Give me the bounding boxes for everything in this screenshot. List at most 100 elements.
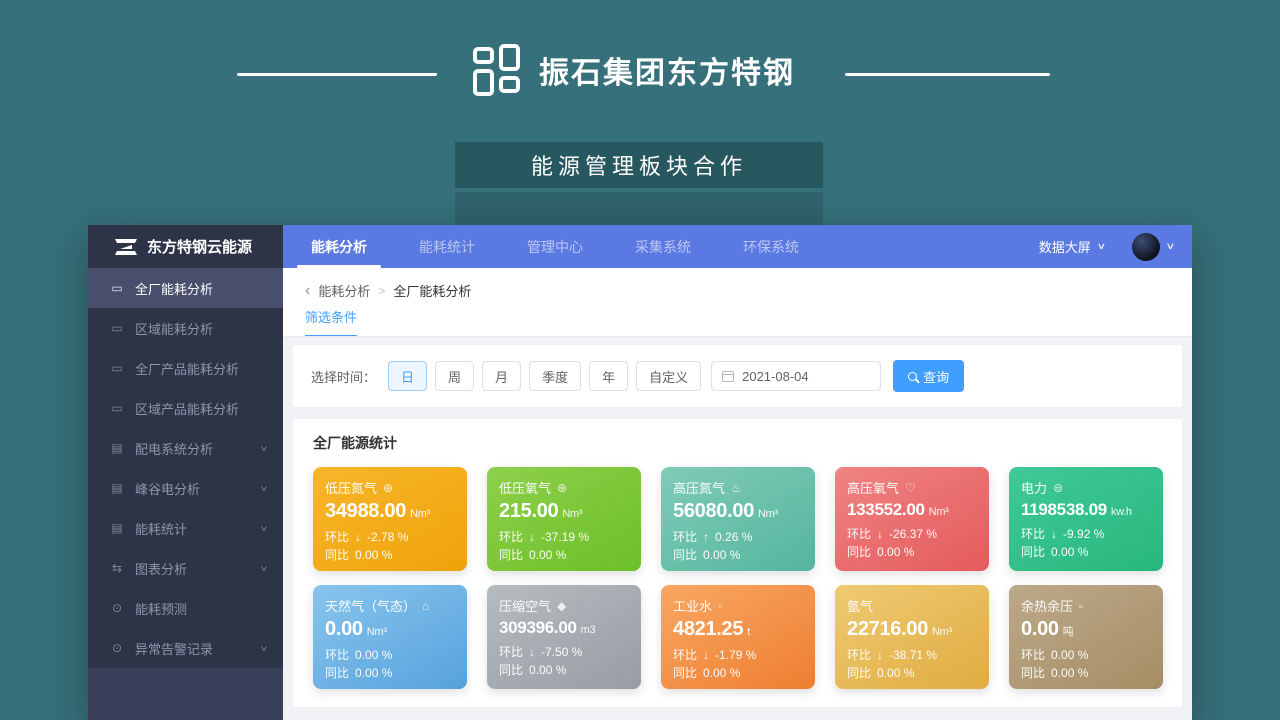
energy-card: 低压氮气 ⊕ 34988.00Nm³ 环比 ↓ -2.78 % (313, 467, 467, 571)
energy-card-title: 氩气 (847, 596, 977, 615)
ring-ratio-label: 环比 (325, 646, 349, 664)
nav-tab[interactable]: 管理中心 (521, 225, 589, 268)
sidebar-item[interactable]: ⊙ 异常告警记录 ∨ (88, 628, 283, 668)
energy-type-icon: ⊕ (383, 481, 393, 495)
yoy-row: 同比 0.00 % (847, 664, 977, 682)
sidebar-item-label: 能耗统计 (135, 519, 187, 538)
main-column: 能耗分析 能耗统计 管理中心 采集系统 (283, 225, 1192, 720)
filter-panel: 选择时间： 日 周 月 (293, 345, 1182, 407)
sidebar-item[interactable]: ⇆ 图表分析 ∨ (88, 548, 283, 588)
ring-ratio-row: 环比 ↓ -1.79 % (673, 646, 803, 664)
back-arrow-icon[interactable]: ‹ (305, 284, 310, 297)
ring-ratio-value: -38.71 % (889, 646, 937, 664)
energy-unit: Nm³ (410, 508, 430, 520)
ring-ratio-row: 环比 ↓ -38.71 % (847, 646, 977, 664)
period-button[interactable]: 日 (388, 361, 427, 391)
energy-name: 氩气 (847, 596, 873, 615)
nav-tab-label: 环保系统 (743, 237, 799, 257)
ring-ratio-row: 环比 ↓ -37.19 % (499, 528, 629, 546)
sidebar-item-icon: ⊙ (110, 641, 124, 655)
period-button[interactable]: 自定义 (636, 361, 701, 391)
energy-unit: Nm³ (562, 508, 582, 520)
time-select-label: 选择时间： (311, 367, 376, 386)
energy-unit: t (747, 626, 750, 638)
energy-unit: m3 (581, 624, 596, 636)
period-button-label: 季度 (542, 370, 568, 385)
energy-card-title: 低压氧气 ⊛ (499, 478, 629, 497)
period-button[interactable]: 月 (482, 361, 521, 391)
sidebar-item[interactable]: ▭ 全厂产品能耗分析 (88, 348, 283, 388)
sidebar-item-label: 全厂能耗分析 (135, 279, 213, 298)
data-screen-link[interactable]: 数据大屏 (1039, 237, 1091, 256)
ring-ratio-label: 环比 (325, 528, 349, 546)
energy-value: 309396.00m3 (499, 618, 629, 638)
nav-tab[interactable]: 能耗分析 (305, 225, 373, 268)
ring-ratio-label: 环比 (673, 646, 697, 664)
sidebar-item[interactable]: ▤ 配电系统分析 ∨ (88, 428, 283, 468)
nav-tab[interactable]: 环保系统 (737, 225, 805, 268)
yoy-label: 同比 (847, 664, 871, 682)
query-button[interactable]: 查询 (893, 360, 964, 392)
period-button[interactable]: 周 (435, 361, 474, 391)
sidebar-item[interactable]: ▤ 能耗统计 ∨ (88, 508, 283, 548)
sidebar-item[interactable]: ▭ 全厂能耗分析 (88, 268, 283, 308)
period-button[interactable]: 年 (589, 361, 628, 391)
chevron-down-icon: ∨ (260, 444, 269, 453)
energy-unit: Nm³ (758, 508, 778, 520)
period-button[interactable]: 季度 (529, 361, 581, 391)
chevron-down-icon: ∨ (260, 484, 269, 493)
period-button-label: 日 (401, 370, 414, 385)
subtitle-ghost-box (455, 192, 823, 225)
stats-section-title: 全厂能源统计 (313, 433, 1172, 453)
yoy-label: 同比 (1021, 664, 1045, 682)
sidebar-item-label: 区域能耗分析 (135, 319, 213, 338)
sidebar-item[interactable]: ▤ 峰谷电分析 ∨ (88, 468, 283, 508)
yoy-value: 0.00 % (877, 664, 914, 682)
navbar-right: 数据大屏 ∨ ∨ (1039, 233, 1192, 261)
energy-value-number: 0.00 (325, 618, 363, 640)
sidebar-item[interactable]: ▭ 区域能耗分析 (88, 308, 283, 348)
ring-ratio-row: 环比 0.00 % (325, 646, 455, 664)
energy-value: 56080.00Nm³ (673, 500, 803, 523)
trend-arrow-icon: ↓ (1051, 525, 1057, 543)
decorative-rule-right (845, 73, 1050, 76)
yoy-row: 同比 0.00 % (325, 664, 455, 682)
yoy-value: 0.00 % (529, 546, 566, 564)
ring-ratio-label: 环比 (847, 525, 871, 543)
sidebar-item-label: 全厂产品能耗分析 (135, 359, 239, 378)
sidebar-item-label: 配电系统分析 (135, 439, 213, 458)
yoy-label: 同比 (673, 546, 697, 564)
chevron-down-icon[interactable]: ∨ (1096, 241, 1106, 252)
user-avatar[interactable] (1132, 233, 1160, 261)
nav-tab[interactable]: 采集系统 (629, 225, 697, 268)
breadcrumb-item[interactable]: 能耗分析 (318, 281, 370, 300)
ring-ratio-row: 环比 ↓ -7.50 % (499, 643, 629, 661)
query-button-label: 查询 (923, 367, 949, 386)
energy-card-title: 高压氮气 ♨ (673, 478, 803, 497)
tab-filter-conditions[interactable]: 筛选条件 (305, 307, 357, 337)
energy-value: 0.00Nm³ (325, 618, 455, 641)
energy-name: 压缩空气 (499, 596, 551, 615)
sidebar-item[interactable]: ⊙ 能耗预测 (88, 588, 283, 628)
energy-unit: Nm³ (932, 626, 952, 638)
subtitle-text: 能源管理板块合作 (531, 149, 747, 181)
ring-ratio-row: 环比 ↓ -9.92 % (1021, 525, 1151, 543)
energy-cards-grid: 低压氮气 ⊕ 34988.00Nm³ 环比 ↓ -2.78 % (303, 467, 1172, 689)
yoy-label: 同比 (325, 546, 349, 564)
chevron-down-icon: ∨ (260, 644, 269, 653)
energy-value-number: 0.00 (1021, 618, 1059, 640)
ring-ratio-row: 环比 0.00 % (1021, 646, 1151, 664)
period-button-label: 月 (495, 370, 508, 385)
trend-arrow-icon: ↓ (355, 528, 361, 546)
app-logo: 东方特钢云能源 (88, 225, 283, 268)
decorative-rule-left (237, 73, 437, 76)
chevron-down-icon[interactable]: ∨ (1166, 241, 1176, 252)
yoy-row: 同比 0.00 % (673, 546, 803, 564)
nav-tab[interactable]: 能耗统计 (413, 225, 481, 268)
energy-card: 余热余压 ▫ 0.00吨 环比 0.00 % (1009, 585, 1163, 689)
sidebar-item[interactable]: ▭ 区域产品能耗分析 (88, 388, 283, 428)
chevron-down-icon: ∨ (260, 564, 269, 573)
date-picker-input[interactable]: 2021-08-04 (711, 361, 881, 391)
energy-value-number: 34988.00 (325, 500, 406, 522)
sidebar-item-label: 图表分析 (135, 559, 187, 578)
